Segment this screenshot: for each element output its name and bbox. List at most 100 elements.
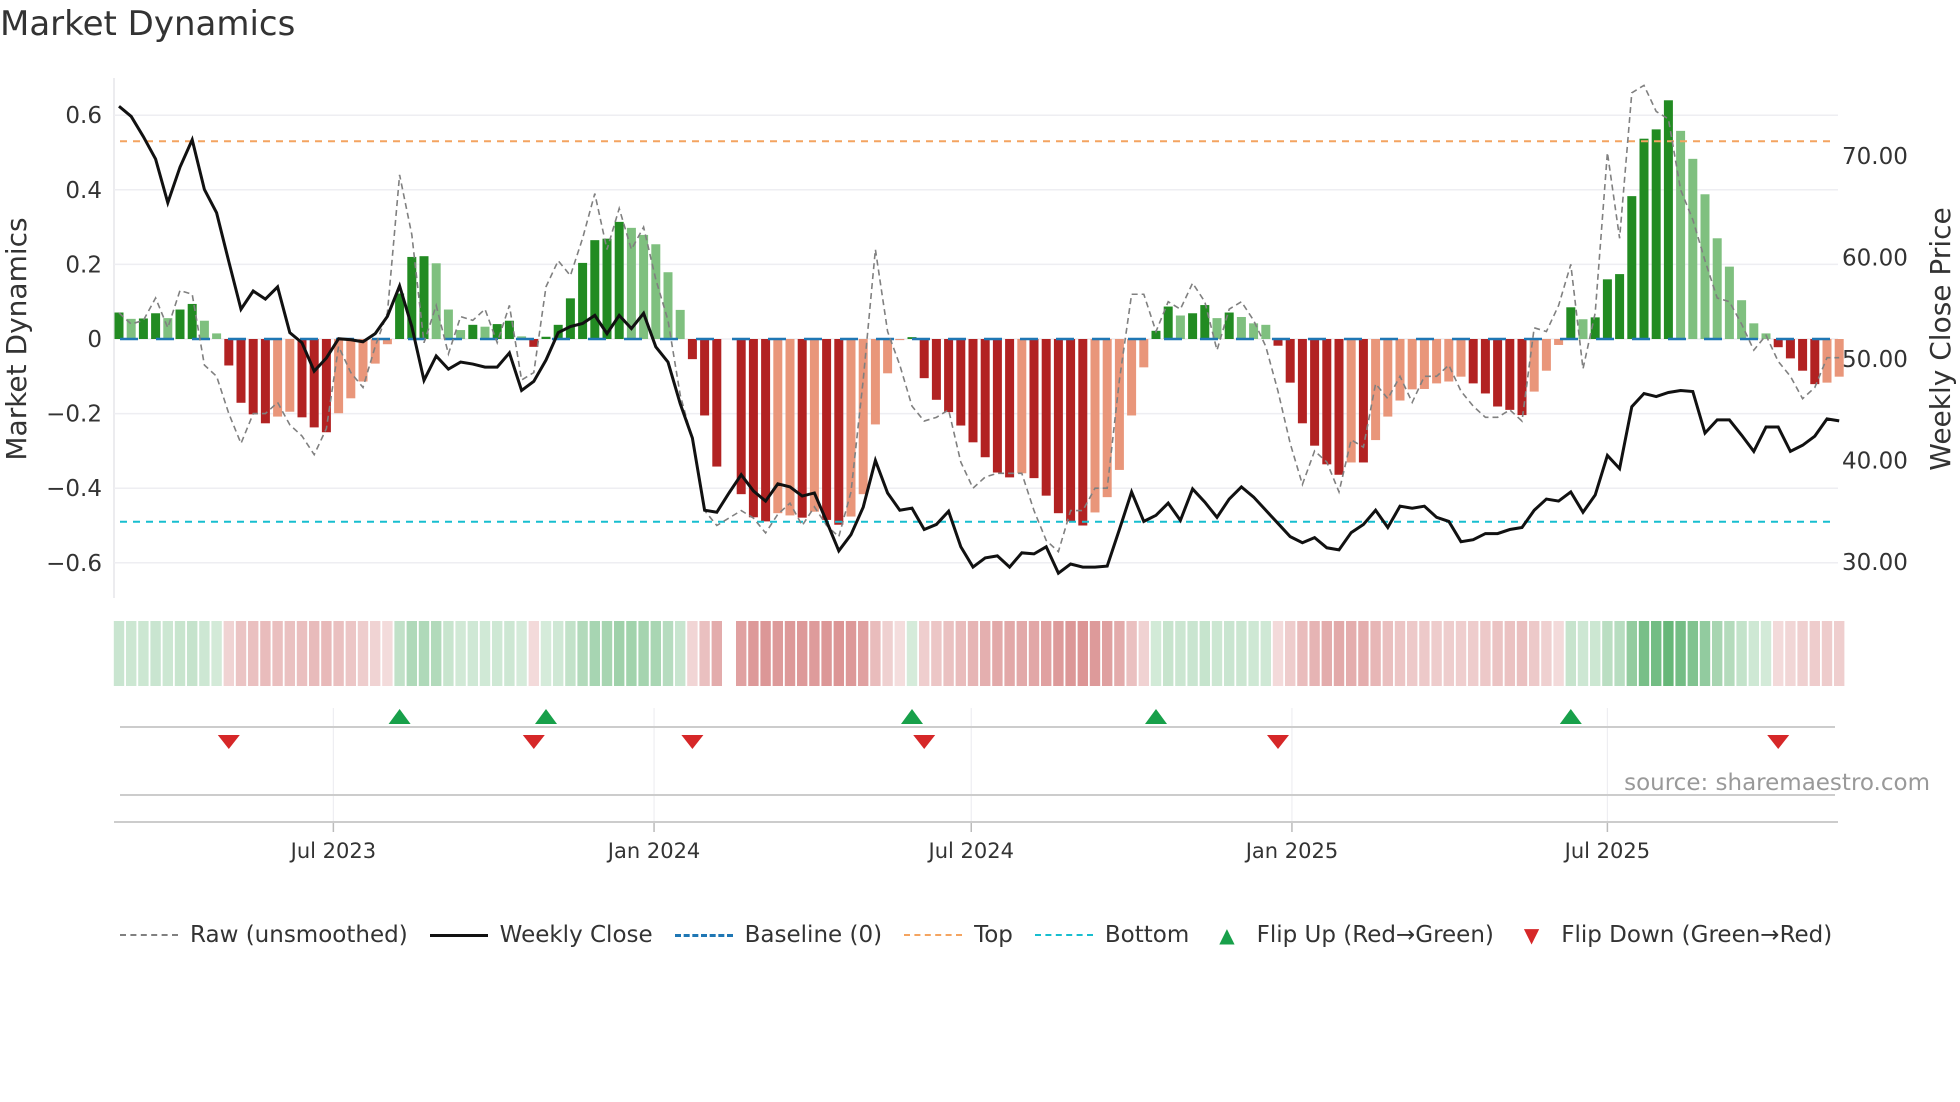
dynamics-bar [1310, 339, 1320, 446]
heat-strip-cell [272, 621, 283, 686]
dynamics-bar [797, 339, 807, 518]
heat-strip-cell [187, 621, 198, 686]
dynamics-bar [883, 339, 893, 374]
dynamics-bar [1017, 339, 1027, 474]
heat-strip-cell [870, 621, 881, 686]
y2-tick-label: 30.00 [1842, 550, 1908, 576]
dynamics-bar [1541, 339, 1551, 371]
dynamics-bar [1737, 300, 1747, 339]
legend-item-raw: Raw (unsmoothed) [120, 922, 408, 948]
legend-item-baseline: Baseline (0) [674, 922, 883, 948]
y-tick-label: 0.4 [65, 178, 102, 204]
dynamics-bar [1395, 339, 1405, 401]
dynamics-bar [260, 339, 270, 424]
legend-item-top: Top [904, 922, 1013, 948]
source-credit: source: sharemaestro.com [1624, 770, 1930, 796]
dynamics-bar [846, 339, 856, 517]
dynamics-bar [1127, 339, 1137, 416]
legend-label: Baseline (0) [744, 922, 883, 948]
heat-strip-cell [150, 621, 161, 686]
heat-strip-cell [1468, 621, 1479, 686]
heat-strip-cell [1053, 621, 1064, 686]
heat-strip-cell [406, 621, 417, 686]
heat-strip-cell [1712, 621, 1723, 686]
heat-strip-cell [235, 621, 247, 686]
flip-up-marker [535, 709, 557, 724]
dynamics-bar [1468, 339, 1478, 384]
heat-strip-cell [1309, 621, 1320, 686]
heat-strip-cell [284, 621, 295, 686]
heat-strip-cell [443, 621, 454, 686]
dynamics-bar [870, 339, 880, 425]
heat-strip-cell [1809, 621, 1820, 686]
heat-strip-cell [418, 621, 430, 686]
dynamics-bar [590, 240, 600, 339]
heat-strip-cell [1138, 621, 1149, 686]
heat-strip-cell [1358, 621, 1369, 686]
heat-strip-cell [333, 621, 344, 686]
flip-up-marker [901, 709, 923, 724]
dynamics-bar [419, 256, 429, 339]
dynamics-bar [1285, 339, 1295, 383]
dynamics-bar [651, 244, 661, 339]
y-tick-label: −0.6 [46, 551, 102, 577]
heat-strip-cell [1724, 621, 1735, 686]
heat-strip-cell [113, 621, 125, 686]
heat-strip-cell [748, 621, 759, 686]
dynamics-bar [1651, 129, 1661, 339]
heat-strip-cell [479, 621, 491, 686]
heat-strip-cell [1211, 621, 1223, 686]
y2-tick-label: 60.00 [1842, 246, 1908, 272]
heat-strip-cell [211, 621, 222, 686]
legend-swatch-bottom [1034, 934, 1093, 936]
heat-strip-cell [394, 621, 405, 686]
heat-strip-cell [711, 621, 722, 686]
heat-strip-cell [162, 621, 173, 686]
heat-strip-cell [1638, 621, 1650, 686]
dynamics-bar [212, 333, 222, 339]
heat-strip-cell [955, 621, 966, 686]
flip-down-marker [681, 735, 704, 749]
heat-strip-cell [1150, 621, 1162, 686]
dynamics-bar [919, 339, 929, 379]
heat-strip-cell [1187, 621, 1198, 686]
dynamics-bar [1798, 339, 1808, 371]
dynamics-bar [858, 339, 868, 495]
dynamics-bar [1517, 339, 1527, 416]
legend-item-up: ▲ Flip Up (Red→Green) [1211, 922, 1494, 948]
heat-strip-cell [1041, 621, 1052, 686]
dynamics-bar [956, 339, 966, 426]
heat-strip-cell [1516, 621, 1528, 686]
dynamics-bar [1566, 307, 1576, 339]
heat-strip-cell [626, 621, 637, 686]
dynamics-bar [1444, 339, 1454, 382]
y2-axis-label: Weekly Close Price [1924, 207, 1957, 470]
flip-up-marker [1559, 709, 1582, 724]
dynamics-bar [224, 339, 234, 366]
dynamics-bar [541, 336, 551, 339]
heat-strip-cell [1821, 621, 1833, 686]
y2-tick-label: 50.00 [1842, 347, 1908, 373]
heat-strip-cell [882, 621, 893, 686]
y-tick-label: 0.6 [65, 103, 102, 129]
heat-strip-cell [1346, 621, 1357, 686]
heat-strip-cell [675, 621, 686, 686]
dynamics-bar [346, 339, 356, 399]
heat-strip-cell [967, 621, 979, 686]
flip-up-marker [388, 709, 411, 724]
dynamics-bar [1700, 194, 1710, 339]
heat-strip-cell [1553, 621, 1564, 686]
dynamics-bar [1688, 158, 1698, 339]
dynamics-bar [700, 339, 710, 416]
heat-strip-cell [1248, 621, 1259, 686]
dynamics-bar [468, 324, 478, 339]
dynamics-bar [809, 339, 819, 512]
dynamics-bar [236, 339, 246, 403]
heat-strip-cell [223, 621, 234, 686]
dynamics-bar [1602, 279, 1612, 339]
dynamics-bar [687, 339, 697, 360]
heat-strip-cell [577, 621, 588, 686]
heat-strip-cell [809, 621, 820, 686]
heat-strip-cell [1541, 621, 1552, 686]
dynamics-bar [1322, 339, 1332, 465]
